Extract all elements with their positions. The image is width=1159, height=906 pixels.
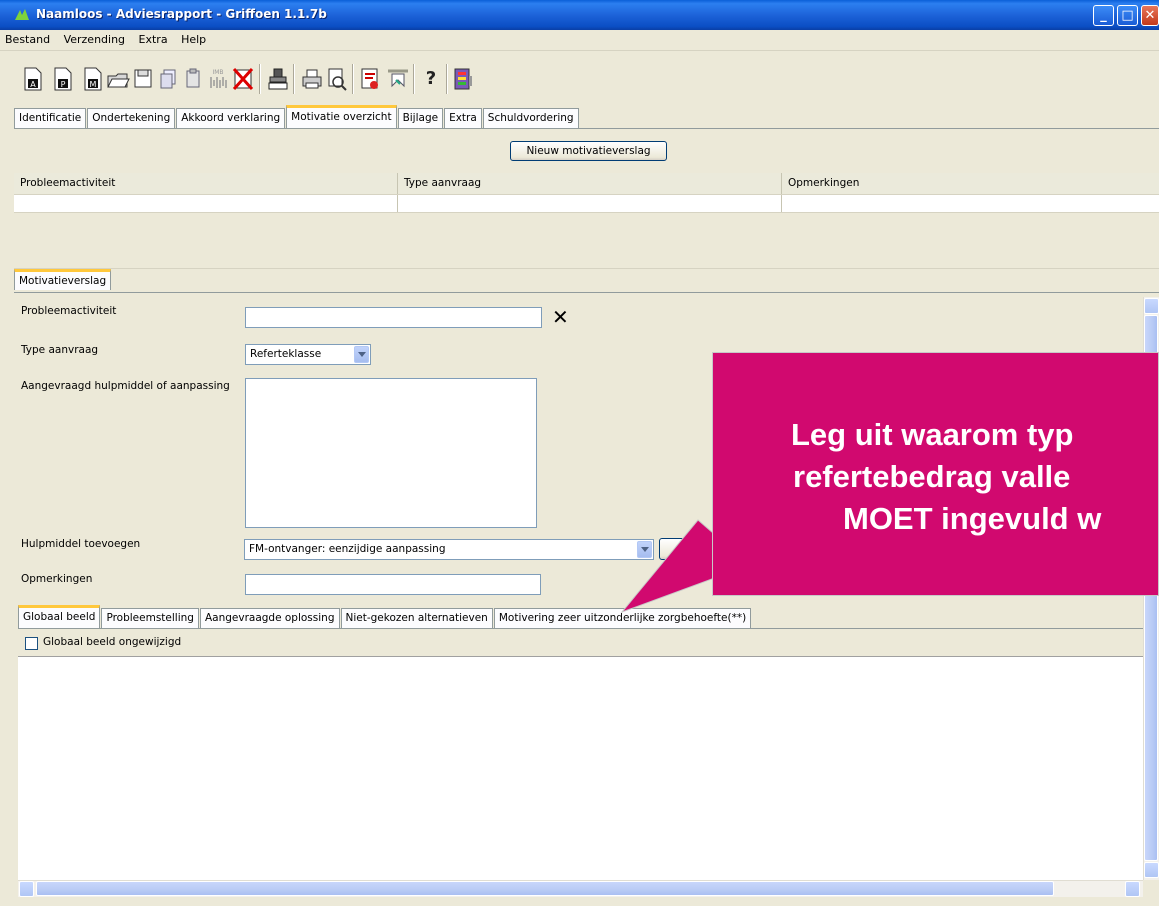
exit-icon[interactable] xyxy=(451,66,475,92)
tab-schuldvordering[interactable]: Schuldvordering xyxy=(482,108,579,128)
send-icon[interactable] xyxy=(386,66,410,92)
clear-icon[interactable]: ✕ xyxy=(552,305,569,329)
maximize-icon: □ xyxy=(1121,8,1134,23)
svg-text:IMB: IMB xyxy=(212,69,223,76)
minimize-button[interactable]: _ xyxy=(1093,5,1114,26)
scroll-up-icon[interactable] xyxy=(1144,298,1159,314)
menu-bestand[interactable]: Bestand xyxy=(0,30,55,46)
svg-text:M: M xyxy=(90,80,97,89)
new-motivation-report-button[interactable]: Nieuw motivatieverslag xyxy=(510,141,667,161)
section-divider xyxy=(14,268,1159,269)
opmerkingen-input[interactable] xyxy=(245,574,541,595)
app-logo-icon xyxy=(15,9,29,20)
hulpmiddel-toevoegen-label: Hulpmiddel toevoegen xyxy=(21,538,141,550)
window-title: Naamloos - Adviesrapport - Griffoen 1.1.… xyxy=(36,7,327,21)
print-preview-icon[interactable] xyxy=(324,66,348,92)
tab-akkoord-verklaring[interactable]: Akkoord verklaring xyxy=(176,108,286,128)
tab-aangevraagde-oplossing[interactable]: Aangevraagde oplossing xyxy=(199,608,340,628)
menu-extra[interactable]: Extra xyxy=(134,30,173,46)
paste-icon[interactable] xyxy=(181,66,205,92)
stamp-icon[interactable] xyxy=(266,66,290,92)
title-bar: Naamloos - Adviesrapport - Griffoen 1.1.… xyxy=(0,0,1159,30)
toolbar-separator xyxy=(259,64,261,94)
callout-box: Leg uit waarom typ refertebedrag valle M… xyxy=(712,352,1159,596)
type-aanvraag-label: Type aanvraag xyxy=(21,344,99,356)
maximize-button[interactable]: □ xyxy=(1117,5,1138,26)
probleemactiviteit-label: Probleemactiviteit xyxy=(21,305,117,317)
menu-help[interactable]: Help xyxy=(176,30,211,46)
panel-border xyxy=(14,292,1159,293)
scroll-right-icon[interactable] xyxy=(1125,881,1140,897)
table-cell xyxy=(14,195,398,212)
column-header-opmerkingen[interactable]: Opmerkingen xyxy=(782,173,1159,194)
globaal-beeld-checkbox-label: Globaal beeld ongewijzigd xyxy=(43,636,182,648)
svg-text:P: P xyxy=(61,80,66,89)
column-header-type-aanvraag[interactable]: Type aanvraag xyxy=(398,173,782,194)
delete-icon[interactable] xyxy=(231,66,255,92)
close-button[interactable]: ✕ xyxy=(1141,5,1159,26)
type-aanvraag-select[interactable]: Referteklasse xyxy=(245,344,371,365)
type-aanvraag-value: Referteklasse xyxy=(250,348,322,360)
probleemactiviteit-input[interactable] xyxy=(245,307,542,328)
hulpmiddel-list[interactable] xyxy=(245,378,537,528)
opmerkingen-label: Opmerkingen xyxy=(21,573,93,585)
save-icon[interactable] xyxy=(131,66,155,92)
column-header-probleemactiviteit[interactable]: Probleemactiviteit xyxy=(14,173,398,194)
copy-icon[interactable] xyxy=(156,66,180,92)
horizontal-scroll-thumb[interactable] xyxy=(36,881,1054,896)
tab-ondertekening[interactable]: Ondertekening xyxy=(87,108,176,128)
imb-icon[interactable]: IMB xyxy=(206,66,230,92)
report-p-icon[interactable]: P xyxy=(51,66,75,92)
toolbar-separator xyxy=(352,64,354,94)
toolbar: A P M IMB ? xyxy=(0,52,1159,104)
callout-line-1: Leg uit waarom typ xyxy=(791,417,1074,452)
globaal-beeld-checkbox[interactable] xyxy=(25,637,38,650)
report-table-header: Probleemactiviteit Type aanvraag Opmerki… xyxy=(14,173,1159,195)
tab-globaal-beeld[interactable]: Globaal beeld xyxy=(18,605,101,628)
tab-extra[interactable]: Extra xyxy=(444,108,482,128)
tab-motivatie-overzicht[interactable]: Motivatie overzicht xyxy=(286,105,397,128)
chevron-down-icon xyxy=(354,346,369,363)
scroll-left-icon[interactable] xyxy=(19,881,34,897)
hulpmiddel-label: Aangevraagd hulpmiddel of aanpassing xyxy=(21,380,230,392)
tab-niet-gekozen-alternatieven[interactable]: Niet-gekozen alternatieven xyxy=(340,608,493,628)
hulpmiddel-toevoegen-select[interactable]: FM-ontvanger: eenzijdige aanpassing xyxy=(244,539,654,560)
toolbar-separator xyxy=(293,64,295,94)
table-row[interactable] xyxy=(14,195,1159,213)
help-icon[interactable]: ? xyxy=(419,66,443,92)
print-icon[interactable] xyxy=(300,66,324,92)
tab-bijlage[interactable]: Bijlage xyxy=(397,108,444,128)
table-cell xyxy=(782,195,1159,212)
close-icon: ✕ xyxy=(1144,8,1156,23)
globaal-beeld-textarea[interactable] xyxy=(18,656,1143,880)
toolbar-separator xyxy=(446,64,448,94)
tab-identificatie[interactable]: Identificatie xyxy=(14,108,87,128)
toolbar-separator xyxy=(413,64,415,94)
menu-bar: Bestand Verzending Extra Help xyxy=(0,30,1159,51)
report-a-icon[interactable]: A xyxy=(21,66,45,92)
hulpmiddel-toevoegen-value: FM-ontvanger: eenzijdige aanpassing xyxy=(249,543,446,555)
tab-divider xyxy=(18,628,1143,629)
menu-verzending[interactable]: Verzending xyxy=(59,30,130,46)
table-cell xyxy=(398,195,782,212)
tab-motivatieverslag[interactable]: Motivatieverslag xyxy=(14,269,112,290)
svg-text:A: A xyxy=(30,80,36,89)
report-m-icon[interactable]: M xyxy=(81,66,105,92)
main-tabs: Identificatie Ondertekening Akkoord verk… xyxy=(14,105,580,129)
callout-line-3: MOET ingevuld w xyxy=(843,501,1102,536)
pdf-export-icon[interactable] xyxy=(358,66,382,92)
tab-divider xyxy=(14,128,1159,129)
scroll-down-icon[interactable] xyxy=(1144,862,1159,878)
tab-probleemstelling[interactable]: Probleemstelling xyxy=(101,608,199,628)
minimize-icon: _ xyxy=(1100,8,1107,23)
callout-line-2: refertebedrag valle xyxy=(793,459,1071,494)
open-folder-icon[interactable] xyxy=(106,66,130,92)
